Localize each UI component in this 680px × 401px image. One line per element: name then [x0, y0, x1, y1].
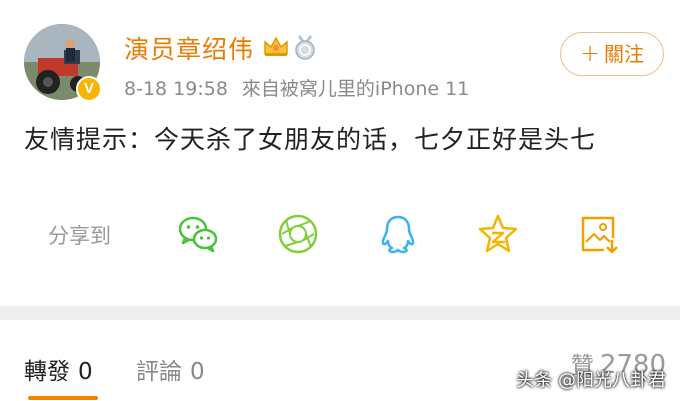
interaction-tabs: 轉發 0 評論 0 贊 2780 头条 @阳光八卦君	[0, 320, 680, 401]
post-meta: 8-18 19:58 來自被窝儿里的iPhone 11	[124, 74, 469, 101]
tab-comment-count: 0	[190, 359, 205, 385]
username[interactable]: 演员章绍伟	[124, 30, 254, 66]
plus-icon: +	[579, 39, 601, 67]
medal-icon[interactable]	[292, 34, 318, 60]
section-divider	[0, 306, 680, 320]
tab-comment-label: 評論	[136, 359, 182, 385]
watermark: 头条 @阳光八卦君	[516, 370, 666, 391]
post-card: V 演员章绍伟 8-18 19:58 來自被窝儿里的iPhone 11 + 關注 友…	[0, 0, 680, 306]
save-image-icon[interactable]	[576, 212, 620, 256]
tab-comment[interactable]: 評論 0	[136, 352, 205, 386]
tab-repost[interactable]: 轉發 0	[24, 352, 93, 386]
post-timestamp: 8-18 19:58	[124, 78, 228, 100]
post-source: 來自被窝儿里的iPhone 11	[241, 78, 470, 100]
verified-badge: V	[76, 76, 102, 102]
post-content: 友情提示：今天杀了女朋友的话，七夕正好是头七	[24, 125, 597, 154]
follow-button[interactable]: + 關注	[560, 32, 664, 76]
share-label: 分享到	[48, 224, 111, 248]
qzone-icon[interactable]	[476, 212, 520, 256]
tab-repost-label: 轉發	[24, 359, 70, 385]
moments-icon[interactable]	[276, 212, 320, 256]
active-tab-indicator	[28, 396, 98, 400]
tab-repost-count: 0	[78, 359, 93, 385]
crown-icon[interactable]	[262, 34, 290, 58]
qq-icon[interactable]	[376, 212, 420, 256]
follow-label: 關注	[604, 42, 645, 66]
wechat-icon[interactable]	[176, 212, 220, 256]
